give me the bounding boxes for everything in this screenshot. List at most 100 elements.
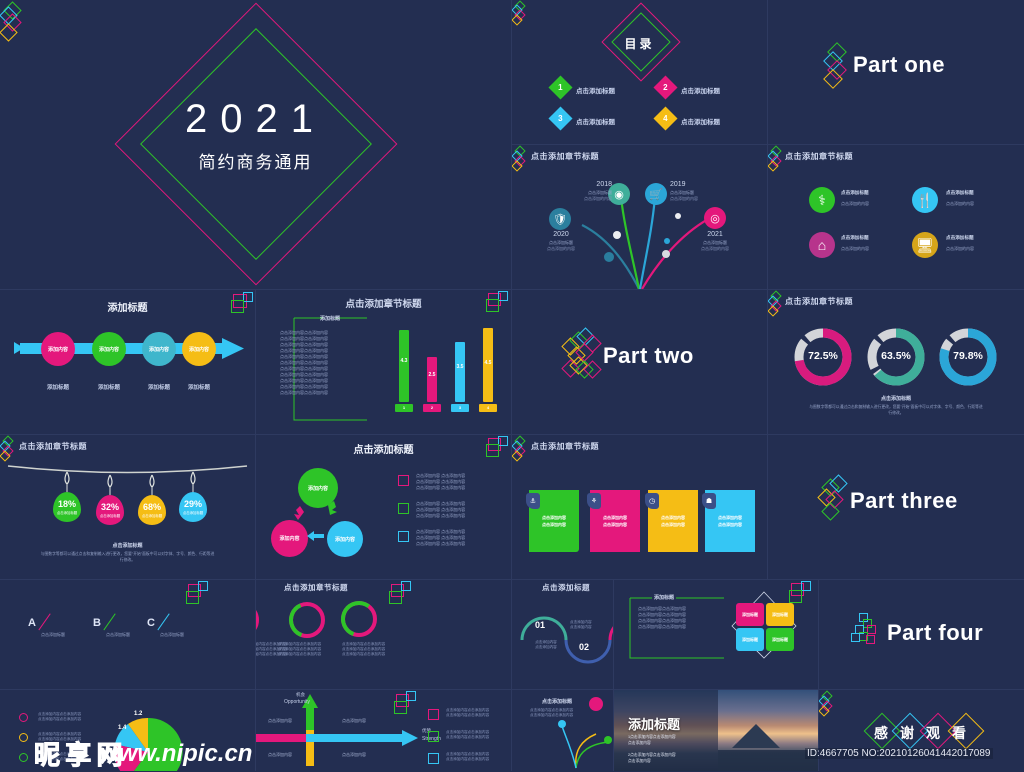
icon-title-4: 点击添加标题 <box>946 235 974 240</box>
slide-swot[interactable]: 机会 Opportunity 优势 Strength 点击添加内容 点击添加内容… <box>256 690 511 771</box>
cycle-bullet-2: 点击添加内容 点击添加内容 点击添加内容 点击添加内容 点击添加内容 点击添加内容 <box>416 501 466 518</box>
swot-bullet-box-2[interactable] <box>428 731 439 742</box>
slide-arrow-process[interactable]: 添加标题 添加内容 添加内容 添加内容 添加内容 添加标题 添加标题 添加标题 … <box>0 290 255 434</box>
slide-part-three[interactable]: Part three <box>768 435 1024 579</box>
slide-firework[interactable]: 点击添加章节标题 ◉ 2018 点击添加标题 点击添加的内容 🛒 2019 点击… <box>512 145 767 289</box>
toc-badge-4[interactable]: 4 <box>653 106 678 131</box>
thanks-text: 感谢观看 <box>874 725 978 741</box>
bar-3[interactable] <box>455 342 465 402</box>
numbers-title: 点击添加标题 <box>542 583 590 592</box>
photo-line2: 点击添加内容 <box>628 741 651 745</box>
diamond-tile-3[interactable]: 添加标题 <box>736 628 764 651</box>
slide-part-four[interactable]: Part four <box>819 580 1024 689</box>
cycle-bubble-1[interactable]: 添加内容 <box>298 468 338 508</box>
slide-four-icons[interactable]: 点击添加章节标题 ⚕ 点击添加标题 点击添加的内容 🍴 点击添加标题 点击添加的… <box>768 145 1024 289</box>
bar-value-2: 2.5 <box>428 372 436 378</box>
diamond-tile-1[interactable]: 添加标题 <box>736 603 764 626</box>
cycle-bubble-2[interactable]: 添加内容 <box>271 520 308 557</box>
cutlery-icon[interactable]: 🍴 <box>912 187 938 213</box>
image-id-text: ID:4667705 NO:20210126041442017089 <box>805 748 993 759</box>
robot-icon[interactable]: ☗ <box>702 493 716 509</box>
toc-label-4[interactable]: 点击添加标题 <box>681 116 720 126</box>
toc-badge-3[interactable]: 3 <box>548 106 573 131</box>
cycle-bullet-3: 点击添加内容 点击添加内容 点击添加内容 点击添加内容 点击添加内容 点击添加内容 <box>416 529 466 546</box>
drop-tag-4[interactable]: 29% 点击添加标题 <box>179 492 207 522</box>
swot-bullet-box-3[interactable] <box>428 753 439 764</box>
abc-slash-b <box>103 613 117 631</box>
toc-badge-1[interactable]: 1 <box>548 75 573 100</box>
process-step-4[interactable]: 添加内容 <box>182 332 216 366</box>
slide-three-rings[interactable]: 点击添加章节标题 点击添加内容点击添加内容点击添加内容点击添加内容点击添加内容点… <box>256 580 511 689</box>
bar-base-3: 3 <box>451 404 469 412</box>
slide-photo[interactable]: 添加标题 1点击添加内容点击添加内容 点击添加内容 2点击添加内容点击添加内容 … <box>614 690 818 771</box>
toc-label-2[interactable]: 点击添加标题 <box>681 85 720 95</box>
donut-value-3: 79.8% <box>953 350 983 362</box>
drop-tag-2[interactable]: 32% 点击添加标题 <box>96 495 124 525</box>
number-02-text: 点击添加内容 点击添加内容 <box>570 620 592 629</box>
square-decor-green <box>389 591 402 604</box>
monitor-icon[interactable]: 🖥 <box>912 232 938 258</box>
drop-tag-1[interactable]: 18% 点击添加标题 <box>53 492 81 522</box>
rocket-icon[interactable]: ⚓ <box>526 493 540 509</box>
slide-numbers[interactable]: 点击添加标题 01 02 点击添加内容 点击添加内容 点击添加内容 点击添加内容 <box>512 580 613 689</box>
slide-cover[interactable]: 2021 简约商务通用 <box>0 0 511 289</box>
bullet-box-2[interactable] <box>398 503 409 514</box>
target-icon[interactable]: ◎ <box>704 207 726 229</box>
bullet-box-1[interactable] <box>398 475 409 486</box>
icon-title-3: 点击添加标题 <box>841 235 869 240</box>
toc-label-3[interactable]: 点击添加标题 <box>576 116 615 126</box>
medkit-icon[interactable]: ⚕ <box>809 187 835 213</box>
square-decor-cyan3 <box>851 633 860 642</box>
process-step-3[interactable]: 添加内容 <box>142 332 176 366</box>
firework-line2-2021: 点击添加的内容 <box>701 246 729 251</box>
drop-label-1: 点击添加标题 <box>56 510 78 515</box>
swot-bullet-3: 点击添加内容点击添加内容 点击添加内容点击添加内容 <box>446 752 490 761</box>
number-02: 02 <box>579 642 590 652</box>
cycle-bubble-1-label: 添加内容 <box>307 485 328 492</box>
slide-bar-chart[interactable]: 点击添加章节标题 添加标题 点击添加内容点击添加内容 点击添加内容点击添加内容 点… <box>256 290 511 434</box>
bar-box-title: 添加标题 <box>319 316 340 322</box>
process-step-1[interactable]: 添加内容 <box>41 332 75 366</box>
drop-tag-3[interactable]: 68% 点击添加标题 <box>138 495 166 525</box>
diamond-tile-4[interactable]: 添加标题 <box>766 628 794 651</box>
bar-1[interactable] <box>399 330 409 402</box>
number-01: 01 <box>535 620 546 630</box>
firework-line2-2019: 点击添加的内容 <box>670 196 698 201</box>
process-caption-1: 添加标题 <box>46 385 69 391</box>
bullet-box-3[interactable] <box>398 531 409 542</box>
bar-2[interactable] <box>427 357 437 402</box>
slide-diamond-tiles[interactable]: 添加标题 点击添加内容点击添加内容 点击添加内容点击添加内容 点击添加内容点击添加… <box>614 580 818 689</box>
slide-donuts[interactable]: 点击添加章节标题 72.5% 63.5% 79.8% 点击添加标题 与图数字等都… <box>768 290 1024 434</box>
ring-charts[interactable] <box>256 580 511 689</box>
swot-bullet-box-1[interactable] <box>428 709 439 720</box>
toc-badge-2[interactable]: 2 <box>653 75 678 100</box>
slide-part-one[interactable]: Part one <box>768 0 1024 144</box>
card-1-line2: 点击添加内容 <box>542 522 566 527</box>
diamond-tile-2[interactable]: 添加标题 <box>766 603 794 626</box>
abc-label-b: 点击添加标题 <box>106 632 130 637</box>
shield-icon[interactable]: 🛡 <box>549 208 571 230</box>
slide-four-cards[interactable]: 点击添加章节标题 点击添加内容 点击添加内容 ⚓ 点击添加内容 点击添加内容 ⚘… <box>512 435 767 579</box>
cycle-bubble-3[interactable]: 添加内容 <box>327 521 363 557</box>
card-2-line1: 点击添加内容 <box>603 515 627 520</box>
slide-tree[interactable]: 点击添加标题 点击添加内容点击添加内容 点击添加内容点击添加内容 <box>512 690 613 771</box>
slide-toc[interactable]: 目录 1 点击添加标题 2 点击添加标题 3 点击添加标题 4 点击添加标题 <box>512 0 767 144</box>
slide-cycle-bubbles[interactable]: 点击添加标题 添加内容 添加内容 添加内容 点击添加内容 点击添加内容 点击添加内… <box>256 435 511 579</box>
square-decor-pink2 <box>866 635 875 644</box>
cover-subtitle: 简约商务通用 <box>198 153 313 172</box>
slide-part-two[interactable]: Part two <box>512 290 767 434</box>
slide-hanging-drops[interactable]: 点击添加章节标题 18% 点击添加标题 32% 点击添加标题 68% 点击添加标… <box>0 435 255 579</box>
icon-desc-4: 点击添加的内容 <box>946 246 974 251</box>
clock-icon[interactable]: ◷ <box>645 493 659 509</box>
process-step-1-label: 添加内容 <box>47 346 68 353</box>
process-caption-2: 添加标题 <box>97 385 120 391</box>
cart-icon[interactable]: 🛒 <box>645 183 667 205</box>
slide-abc[interactable]: A 点击添加标题 B 点击添加标题 C 点击添加标题 <box>0 580 255 689</box>
pie-legend-dot-2 <box>19 733 28 742</box>
people-icon[interactable]: ⚘ <box>587 493 601 509</box>
cloche-icon[interactable]: ⌂ <box>809 232 835 258</box>
square-decor-cyan <box>401 581 411 591</box>
toc-label-1[interactable]: 点击添加标题 <box>576 85 615 95</box>
abc-slash-a <box>38 613 52 631</box>
process-step-2[interactable]: 添加内容 <box>92 332 126 366</box>
